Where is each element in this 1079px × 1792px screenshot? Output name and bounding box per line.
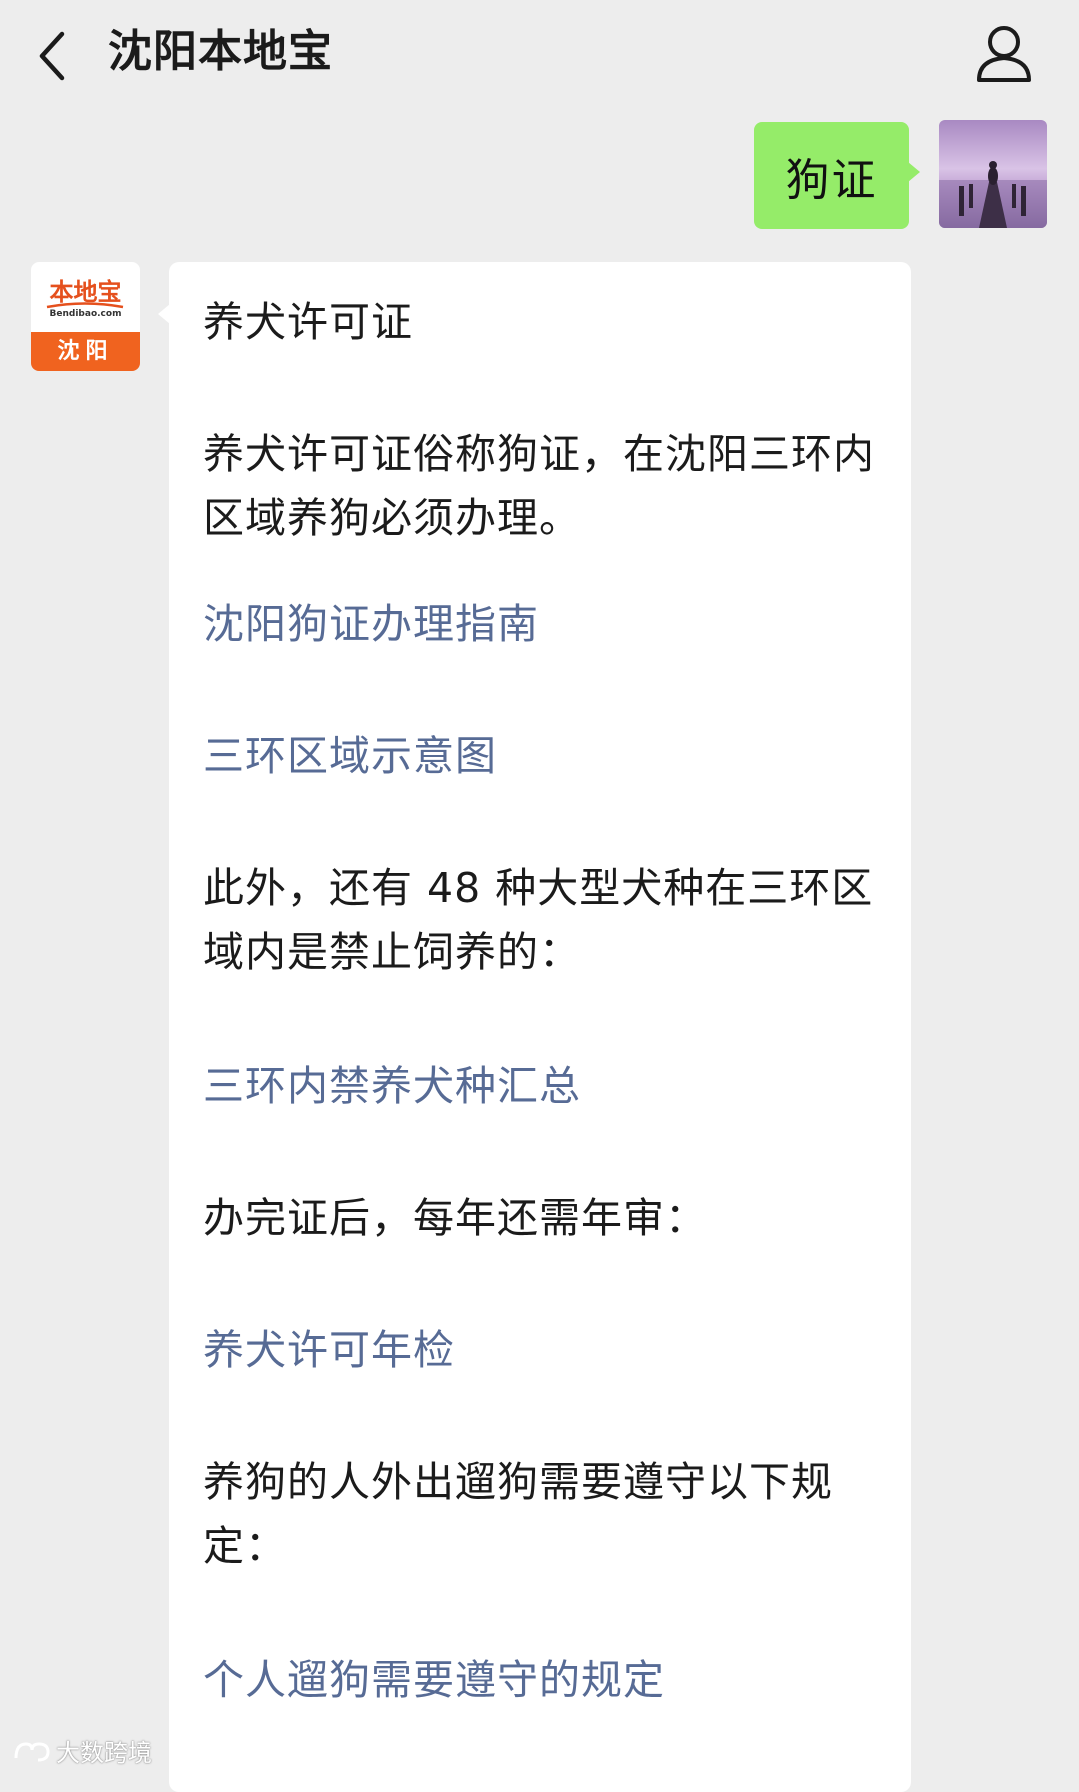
back-button[interactable]: [34, 26, 74, 86]
message-paragraph: 办完证后，每年还需年审：: [203, 1194, 707, 1242]
watermark-logo-icon: [14, 1741, 50, 1761]
link-ring-area-map[interactable]: 三环区域示意图: [203, 724, 883, 788]
user-avatar[interactable]: [939, 120, 1047, 228]
message-paragraph: 养狗的人外出遛狗需要遵守以下规定：: [203, 1458, 833, 1570]
message-title: 养犬许可证: [203, 298, 413, 346]
link-walking-rules[interactable]: 个人遛狗需要遵守的规定: [203, 1648, 883, 1712]
outgoing-message-bubble[interactable]: 狗证: [754, 122, 920, 229]
user-avatar-image: [939, 120, 1047, 228]
watermark-text: 大数跨境: [56, 1739, 152, 1767]
link-annual-inspection[interactable]: 养犬许可年检: [203, 1318, 883, 1382]
message-paragraph: 此外，还有 48 种大型犬种在三环区域内是禁止饲养的：: [203, 864, 874, 976]
top-bar: 沈阳本地宝: [0, 0, 1079, 112]
profile-button[interactable]: [974, 22, 1034, 86]
message-paragraph: 养犬许可证俗称狗证，在沈阳三环内区域养狗必须办理。: [203, 430, 875, 542]
watermark: 大数跨境: [12, 1733, 152, 1768]
official-account-avatar[interactable]: 本地宝 Bendibao.com 沈阳: [31, 262, 140, 371]
chevron-left-icon: [39, 31, 65, 81]
incoming-message-bubble: 养犬许可证 养犬许可证俗称狗证，在沈阳三环内区域养狗必须办理。 沈阳狗证办理指南…: [158, 262, 911, 1792]
link-dog-license-guide[interactable]: 沈阳狗证办理指南: [203, 592, 883, 656]
avatar-domain-text: Bendibao.com: [49, 309, 122, 319]
avatar-logo-area: 本地宝 Bendibao.com: [31, 262, 140, 332]
avatar-city-text: 沈阳: [31, 332, 140, 371]
chat-title: 沈阳本地宝: [108, 26, 333, 77]
link-banned-breeds[interactable]: 三环内禁养犬种汇总: [203, 1054, 883, 1118]
outgoing-message-text: 狗证: [785, 154, 878, 206]
person-icon: [977, 26, 1031, 82]
